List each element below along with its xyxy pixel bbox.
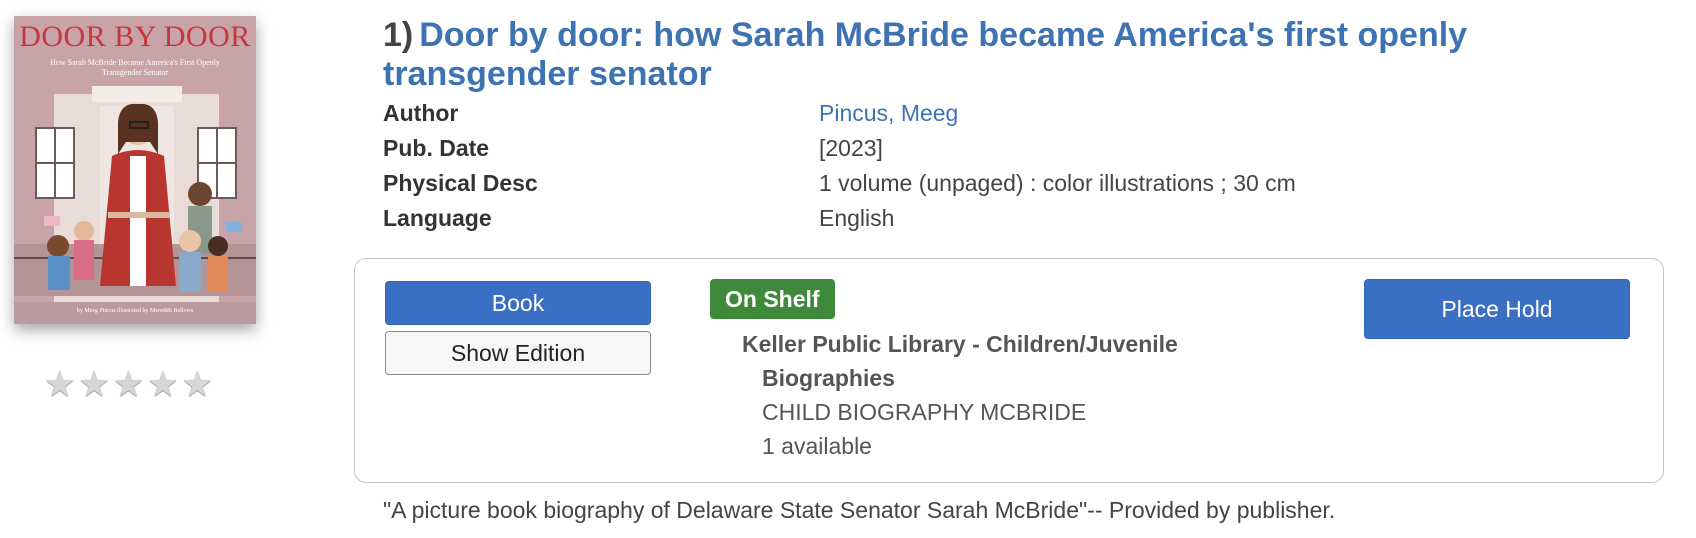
record-title: 1) Door by door: how Sarah McBride became…	[383, 16, 1653, 94]
cover-credits-text: by Meeg Pincus illustrated by Meredith B…	[76, 308, 194, 314]
star-icon[interactable]: ★	[147, 368, 178, 403]
location-name-line2: Biographies	[762, 365, 895, 391]
field-label: Pub. Date	[383, 135, 490, 161]
field-value: 1 volume (unpaged) : color illustrations…	[819, 170, 1296, 196]
field-value: English	[819, 205, 895, 231]
star-rating[interactable]: ★ ★ ★ ★ ★	[44, 368, 213, 403]
holdings-location: Keller Public Library - Children/Juvenil…	[742, 327, 1212, 463]
cover-subtitle-text: How Sarah McBride Became America's First…	[50, 58, 220, 77]
field-label: Author	[383, 100, 459, 126]
status-badge: On Shelf	[710, 279, 835, 319]
field-label: Physical Desc	[383, 170, 538, 196]
star-icon[interactable]: ★	[78, 368, 109, 403]
bib-fields: Author Pincus, Meeg Pub. Date [2023] Phy…	[383, 96, 1296, 236]
location-name-line1: Keller Public Library - Children/Juvenil…	[742, 331, 1178, 357]
star-icon[interactable]: ★	[182, 368, 213, 403]
place-hold-button[interactable]: Place Hold	[1364, 279, 1630, 339]
author-link[interactable]: Pincus, Meeg	[819, 100, 958, 127]
availability-panel: Book Show Edition On Shelf Keller Public…	[354, 258, 1664, 483]
summary-text: "A picture book biography of Delaware St…	[383, 497, 1336, 523]
format-book-button[interactable]: Book	[385, 281, 651, 325]
call-number: CHILD BIOGRAPHY MCBRIDE	[762, 399, 1087, 425]
field-value: [2023]	[819, 135, 883, 161]
show-edition-button[interactable]: Show Edition	[385, 331, 651, 375]
field-row-author: Author Pincus, Meeg	[383, 96, 1296, 131]
field-label: Language	[383, 205, 492, 231]
cover-title-text: DOOR BY DOOR	[19, 20, 251, 53]
field-row-physical-desc: Physical Desc 1 volume (unpaged) : color…	[383, 166, 1296, 201]
star-icon[interactable]: ★	[113, 368, 144, 403]
result-number: 1)	[383, 16, 414, 54]
available-count: 1 available	[762, 433, 872, 459]
star-icon[interactable]: ★	[44, 368, 75, 403]
title-link[interactable]: Door by door: how Sarah McBride became A…	[383, 16, 1467, 93]
location-name: Keller Public Library - Children/Juvenil…	[742, 327, 1212, 395]
field-row-language: Language English	[383, 201, 1296, 236]
field-row-pub-date: Pub. Date [2023]	[383, 131, 1296, 166]
book-cover-image[interactable]: DOOR BY DOOR How Sarah McBride Became Am…	[14, 16, 256, 324]
